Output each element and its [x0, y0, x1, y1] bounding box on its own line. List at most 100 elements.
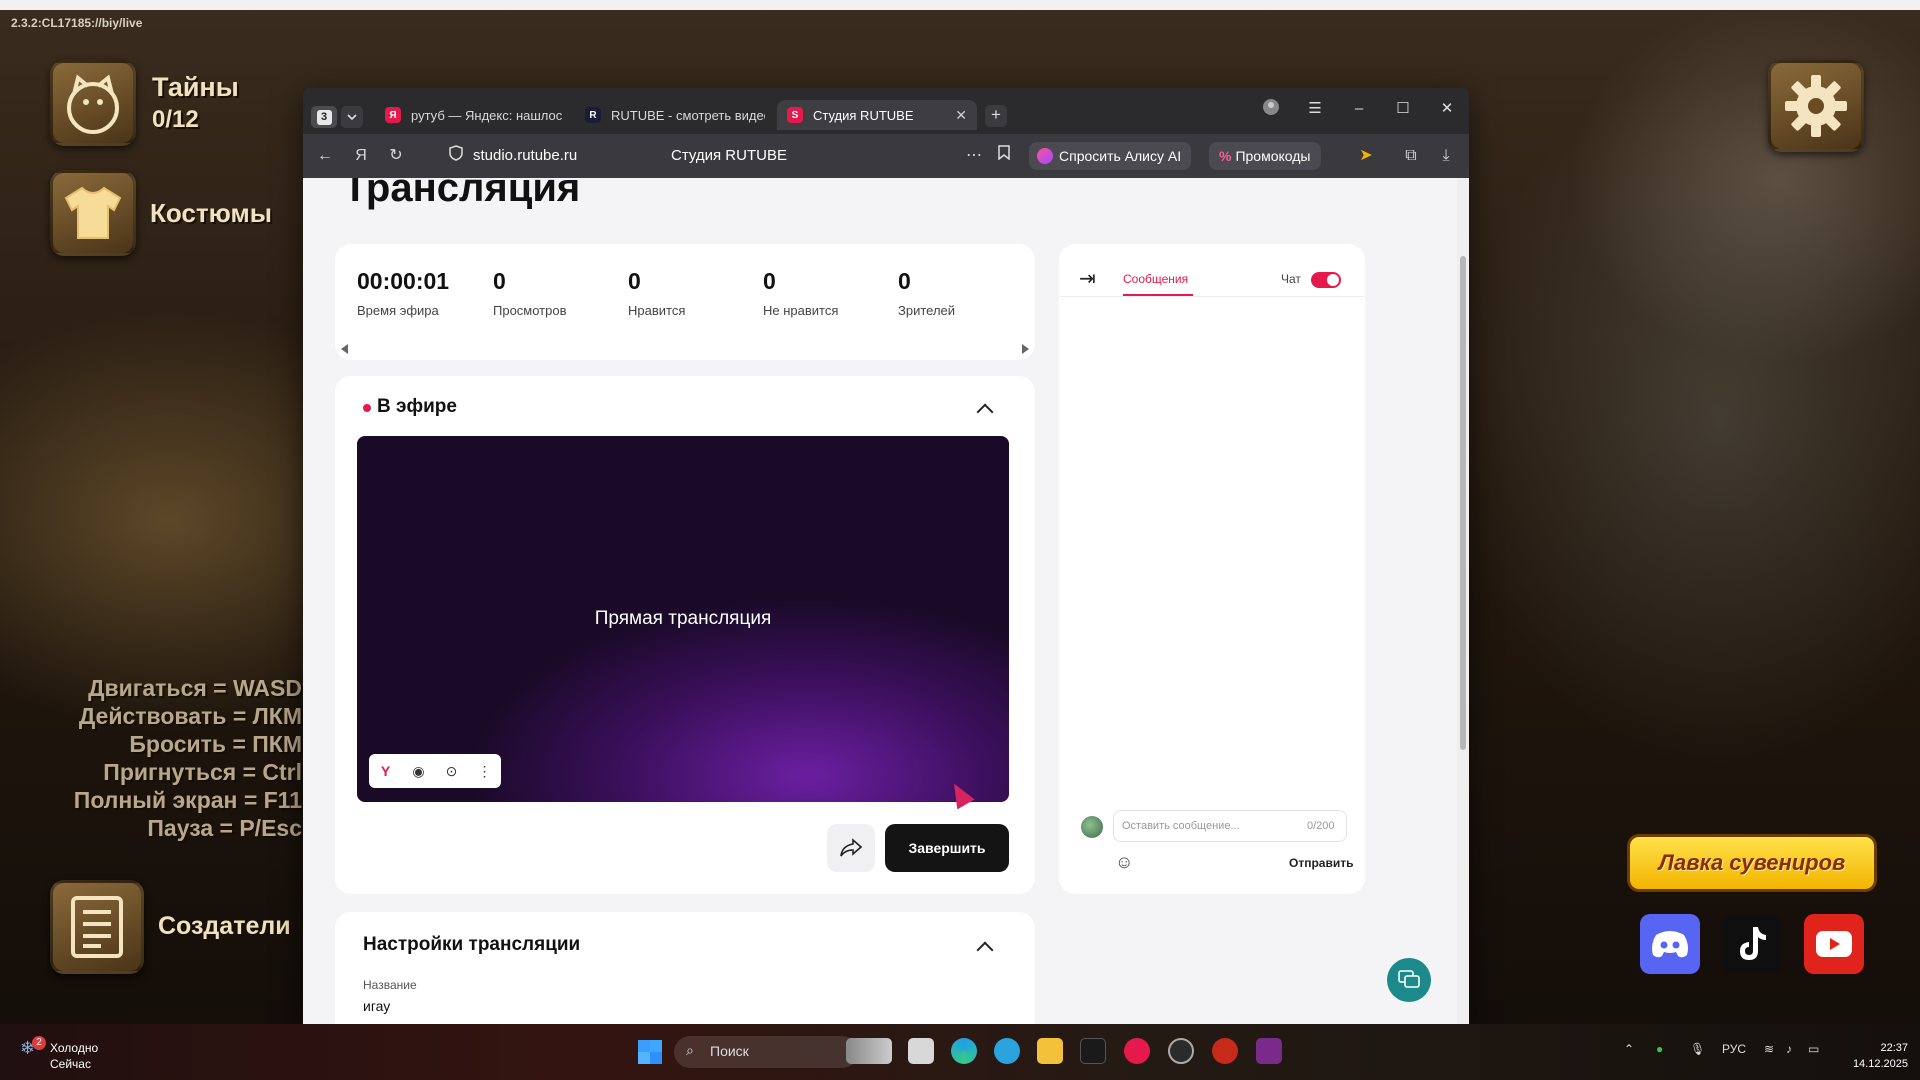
tab-rutube[interactable]: R RUTUBE - смотреть видео: [575, 100, 765, 130]
bookmark-icon[interactable]: [993, 145, 1015, 167]
collapse-panel-icon[interactable]: ⇥: [1079, 266, 1096, 291]
audio-app-icon[interactable]: [1080, 1038, 1106, 1064]
tab-bar: 3 Я рутуб — Яндекс: нашлос R RUTUBE - см…: [303, 88, 1469, 134]
clock-time: 22:37: [1880, 1042, 1908, 1054]
minimize-icon[interactable]: –: [1348, 98, 1370, 120]
browser-window: 3 Я рутуб — Яндекс: нашлос R RUTUBE - см…: [303, 88, 1469, 1024]
back-icon[interactable]: ←: [314, 145, 336, 167]
address-bar: ← Я ↻ studio.rutube.ru Студия RUTUBE ⋯ С…: [303, 134, 1469, 178]
page-viewport: Трансляция 00:00:01 Время эфира 0 Просмо…: [303, 178, 1469, 1024]
chat-toggle-label: Чат: [1281, 272, 1301, 286]
emoji-icon[interactable]: ☺: [1115, 852, 1133, 873]
costumes-title: Костюмы: [150, 198, 272, 228]
more-icon[interactable]: ⋯: [963, 145, 985, 167]
yandex-home-icon[interactable]: Я: [350, 145, 372, 167]
obs-icon[interactable]: [1168, 1038, 1194, 1064]
stream-name-field[interactable]: игау: [363, 998, 390, 1014]
video-preview[interactable]: Прямая трансляция Y ◉ ⊙ ⋮: [357, 436, 1009, 802]
video-label: Прямая трансляция: [594, 608, 772, 629]
weather-line2: Сейчас: [50, 1057, 91, 1071]
stat-views: 0 Просмотров: [493, 268, 567, 318]
chevron-up-icon[interactable]: [976, 403, 994, 421]
microphone-icon[interactable]: 🎙: [1690, 1042, 1705, 1056]
share-button[interactable]: [827, 824, 875, 872]
menu-icon[interactable]: ☰: [1304, 98, 1326, 120]
wifi-icon[interactable]: ≋: [1764, 1042, 1774, 1056]
credits-title: Создатели: [158, 912, 291, 940]
close-tab-icon[interactable]: ✕: [955, 107, 967, 124]
task-view-icon[interactable]: [908, 1038, 934, 1064]
stat-air-time: 00:00:01 Время эфира: [357, 268, 450, 318]
volume-icon[interactable]: ♪: [1786, 1042, 1792, 1056]
stat-viewers: 0 Зрителей: [898, 268, 956, 318]
yandex-browser-taskbar-icon[interactable]: [1124, 1038, 1150, 1064]
file-explorer-icon[interactable]: [1037, 1038, 1063, 1064]
yandex-browser-icon[interactable]: Y: [376, 761, 396, 781]
game-settings-button[interactable]: [1768, 60, 1864, 152]
send-arrow-icon[interactable]: ➤: [1355, 145, 1377, 167]
start-button[interactable]: [638, 1040, 662, 1064]
chevron-down-icon: [347, 114, 357, 121]
youtube-button[interactable]: [1804, 914, 1864, 974]
credits-button[interactable]: [50, 880, 144, 974]
send-message-button[interactable]: Отправить: [1289, 856, 1353, 870]
camera-icon[interactable]: ⊙: [442, 761, 462, 781]
tray-app-icon[interactable]: ●: [1656, 1042, 1663, 1056]
scroll-right-icon[interactable]: [1022, 344, 1029, 354]
eye-icon[interactable]: ◉: [409, 761, 429, 781]
youtube-icon: [1816, 931, 1852, 957]
chat-toggle[interactable]: [1311, 272, 1341, 288]
battery-icon[interactable]: ▭: [1808, 1042, 1819, 1056]
telegram-icon[interactable]: [994, 1038, 1020, 1064]
ask-alice-button[interactable]: Спросить Алису AI: [1029, 142, 1192, 170]
reload-icon[interactable]: ↻: [385, 145, 407, 167]
tab-counter-button[interactable]: 3: [311, 106, 337, 128]
top-system-bar: [0, 0, 1920, 10]
url-field[interactable]: studio.rutube.ru: [473, 147, 577, 164]
new-tab-button[interactable]: +: [985, 105, 1007, 127]
souvenir-shop-button[interactable]: Лавка сувениров: [1627, 834, 1877, 892]
secrets-title: Тайны: [152, 72, 239, 102]
stat-likes: 0 Нравится: [628, 268, 686, 318]
gear-icon: [1785, 75, 1847, 137]
document-icon: [71, 896, 123, 958]
tab-messages[interactable]: Сообщения: [1123, 272, 1188, 286]
discord-button[interactable]: [1640, 914, 1700, 974]
tiktok-button[interactable]: [1722, 914, 1782, 974]
download-icon[interactable]: ⤓: [1435, 145, 1457, 167]
more-vertical-icon[interactable]: ⋮: [475, 761, 495, 781]
tray-chevron-icon[interactable]: ⌃: [1624, 1042, 1634, 1056]
scroll-left-icon[interactable]: [341, 344, 348, 354]
widget-app-icon[interactable]: [846, 1038, 892, 1064]
control-move: Двигаться = WASD: [88, 675, 302, 701]
shield-icon[interactable]: [445, 145, 467, 167]
app-red-icon[interactable]: [1212, 1038, 1238, 1064]
language-indicator[interactable]: РУС: [1722, 1042, 1746, 1056]
tab-yandex-search[interactable]: Я рутуб — Яндекс: нашлос: [375, 100, 567, 130]
profile-icon[interactable]: [1260, 98, 1282, 120]
tshirt-icon: [64, 186, 122, 239]
share-icon: [840, 838, 862, 857]
edge-icon[interactable]: [951, 1038, 977, 1064]
tab-rutube-studio[interactable]: S Студия RUTUBE ✕: [777, 100, 977, 130]
alice-label: Спросить Алису AI: [1059, 148, 1182, 164]
promo-codes-button[interactable]: % Промокоды: [1209, 142, 1321, 170]
scrollbar[interactable]: [1457, 178, 1469, 1024]
support-chat-button[interactable]: [1387, 958, 1431, 1002]
finish-stream-button[interactable]: Завершить: [885, 824, 1009, 872]
search-icon: ⌕: [686, 1042, 694, 1058]
live-card: В эфире Прямая трансляция Y ◉ ⊙ ⋮ Заверш…: [335, 376, 1035, 894]
costumes-button[interactable]: [50, 170, 136, 256]
secrets-button[interactable]: [50, 60, 136, 146]
tab-label: рутуб — Яндекс: нашлос: [411, 107, 563, 123]
scrollbar-thumb[interactable]: [1460, 256, 1466, 750]
control-throw: Бросить = ПКМ: [129, 731, 302, 757]
archive-app-icon[interactable]: [1256, 1038, 1282, 1064]
extensions-icon[interactable]: ⧉: [1400, 145, 1422, 167]
chevron-up-icon[interactable]: [976, 941, 994, 959]
tab-dropdown-button[interactable]: [341, 106, 363, 128]
weather-widget[interactable]: Холодно Сейчас: [50, 1040, 98, 1072]
clock[interactable]: 22:37 14.12.2025: [1848, 1040, 1908, 1072]
close-window-icon[interactable]: ✕: [1436, 98, 1458, 120]
maximize-icon[interactable]: ☐: [1392, 98, 1414, 120]
